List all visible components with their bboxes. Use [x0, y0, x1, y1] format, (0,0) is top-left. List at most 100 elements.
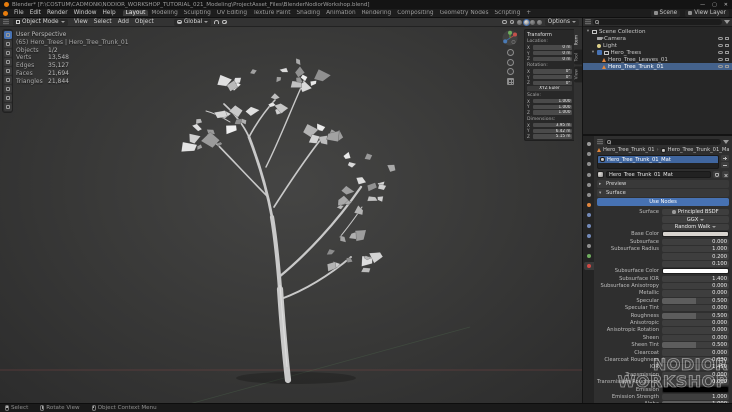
param-value-field[interactable]: 0.000 [662, 349, 729, 356]
workspace-tab-rendering[interactable]: Rendering [359, 10, 395, 16]
disable-in-render-toggle[interactable] [724, 36, 729, 41]
blender-menu-icon[interactable] [3, 10, 8, 16]
tweak-tool-icon[interactable] [4, 31, 12, 39]
properties-tab-tool[interactable] [584, 140, 594, 148]
hide-in-viewport-toggle[interactable] [717, 57, 723, 62]
properties-search-input[interactable] [605, 139, 721, 145]
param-color-swatch[interactable] [662, 268, 729, 275]
param-value-field[interactable]: 0.000 [662, 327, 729, 334]
surface-section-header[interactable]: ▾ Surface [597, 189, 729, 197]
properties-tab-modifiers[interactable] [584, 211, 594, 219]
properties-tab-world[interactable] [584, 191, 594, 199]
param-value-field[interactable]: 0.000 [662, 319, 729, 327]
param-value-field[interactable]: 0.000 [662, 290, 729, 297]
properties-tab-scene[interactable] [584, 181, 594, 189]
close-button[interactable]: ✕ [724, 2, 728, 8]
material-preview-icon[interactable] [597, 171, 604, 178]
properties-tab-render[interactable] [584, 150, 594, 158]
maximize-button[interactable]: ▢ [712, 2, 717, 8]
subsurface-method-dropdown[interactable]: Random Walk [662, 223, 729, 231]
distribution-dropdown[interactable]: GGX [662, 216, 729, 223]
viewport-menu-select[interactable]: Select [91, 19, 114, 25]
disclosure-icon[interactable]: ▾ [586, 29, 590, 34]
transform-location-y[interactable]: Y0 m [527, 50, 572, 56]
menu-window[interactable]: Window [71, 10, 100, 16]
scale-tool-icon[interactable] [4, 76, 12, 84]
view-layer-selector[interactable]: View Layer [685, 9, 729, 17]
measure-tool-icon[interactable] [4, 103, 12, 111]
param-value-field[interactable]: 0.100 [662, 260, 729, 267]
viewport-canvas[interactable]: User Perspective (65) Hero_Trees | Hero_… [0, 27, 582, 403]
menu-file[interactable]: File [11, 10, 27, 16]
param-value-field[interactable]: 1.000 [662, 246, 729, 253]
move-tool-icon[interactable] [4, 58, 12, 66]
transform-rotation-y[interactable]: Y 0° [527, 74, 572, 80]
param-color-swatch[interactable] [662, 386, 729, 393]
properties-tab-object-data[interactable] [584, 252, 594, 260]
camera-view-icon[interactable] [506, 68, 514, 75]
blender-logo-icon[interactable] [4, 2, 9, 7]
workspace-tab-geometry-nodes[interactable]: Geometry Nodes [437, 10, 492, 16]
param-value-field[interactable]: 0.000 [662, 238, 729, 245]
transform-section-title[interactable]: Transform [527, 32, 572, 38]
properties-tab-constraints[interactable] [584, 242, 594, 250]
menu-help[interactable]: Help [99, 10, 118, 16]
rotation-mode-dropdown[interactable]: XYZ Euler [527, 86, 572, 92]
rotate-tool-icon[interactable] [4, 67, 12, 75]
show-overlays-icon[interactable] [509, 19, 515, 25]
hide-in-viewport-toggle[interactable] [717, 36, 723, 41]
disable-in-render-toggle[interactable] [724, 50, 729, 55]
transform-rotation-z[interactable]: Z 0° [527, 80, 572, 85]
workspace-tab-sculpting[interactable]: Sculpting [181, 10, 214, 16]
workspace-tab-compositing[interactable]: Compositing [394, 10, 436, 16]
filter-icon[interactable] [724, 20, 730, 24]
shading-material-preview-icon[interactable] [530, 19, 536, 25]
param-value-field[interactable]: 0.500 [662, 297, 729, 304]
fake-user-button[interactable] [713, 171, 720, 178]
transform-scale-z[interactable]: Z 1.000 [527, 110, 572, 115]
param-color-swatch[interactable] [662, 231, 729, 238]
viewport-menu-object[interactable]: Object [132, 19, 156, 25]
annotate-tool-icon[interactable] [4, 94, 12, 102]
outliner-row-light[interactable]: Light [583, 42, 732, 49]
shading-wireframe-icon[interactable] [517, 19, 523, 25]
workspace-tab-scripting[interactable]: Scripting [491, 10, 523, 16]
select-box-tool-icon[interactable] [4, 40, 12, 48]
disable-in-render-toggle[interactable] [724, 57, 729, 62]
hide-in-viewport-toggle[interactable] [717, 64, 723, 69]
param-value-field[interactable]: 0.000 [662, 305, 729, 312]
pan-icon[interactable] [506, 58, 514, 66]
hide-in-viewport-toggle[interactable] [717, 43, 723, 48]
snap-magnet-icon[interactable] [214, 20, 220, 24]
shading-solid-icon[interactable] [523, 19, 529, 25]
workspace-tab-modeling[interactable]: Modeling [148, 10, 180, 16]
disclosure-icon[interactable]: ▾ [591, 50, 595, 55]
properties-tab-material[interactable] [584, 262, 594, 271]
material-slot-row[interactable]: Hero_Tree_Trunk_01_Mat [598, 156, 718, 163]
workspace-tab-uv-editing[interactable]: UV Editing [214, 10, 250, 16]
outliner-row-hero-trees[interactable]: ▾ Hero_Trees [583, 49, 732, 56]
transform-scale-y[interactable]: Y 1.000 [527, 104, 572, 109]
material-name-field[interactable]: Hero_Tree_Trunk_01_Mat [606, 171, 711, 178]
breadcrumb-object[interactable]: Hero_Tree_Trunk_01 [603, 147, 655, 153]
properties-tab-physics[interactable] [584, 232, 594, 240]
cursor-tool-icon[interactable] [4, 49, 12, 57]
properties-editor-icon[interactable] [597, 139, 603, 145]
grid-view-icon[interactable] [506, 77, 514, 85]
options-dropdown[interactable]: Options [544, 18, 579, 26]
transform-dimensions-x[interactable]: X 3.95 m [527, 123, 572, 128]
surface-shader-dropdown[interactable]: Principled BSDF [662, 209, 729, 216]
menu-edit[interactable]: Edit [27, 10, 44, 16]
mode-dropdown[interactable]: Object Mode [13, 18, 68, 26]
minimize-button[interactable]: — [700, 2, 705, 8]
outliner-row-camera[interactable]: Camera [583, 35, 732, 42]
properties-tab-particles[interactable] [584, 222, 594, 230]
workspace-tab-texture-paint[interactable]: Texture Paint [250, 10, 293, 16]
add-slot-button[interactable] [721, 155, 729, 161]
unlink-material-button[interactable] [722, 171, 729, 178]
n-panel-tab-tool[interactable]: Tool [574, 49, 582, 65]
tree-leaves[interactable] [181, 58, 396, 273]
proportional-editing-icon[interactable] [222, 19, 227, 25]
viewport-menu-add[interactable]: Add [115, 19, 131, 25]
viewport-3d[interactable]: Object Mode View Select Add Object Global [0, 18, 582, 403]
